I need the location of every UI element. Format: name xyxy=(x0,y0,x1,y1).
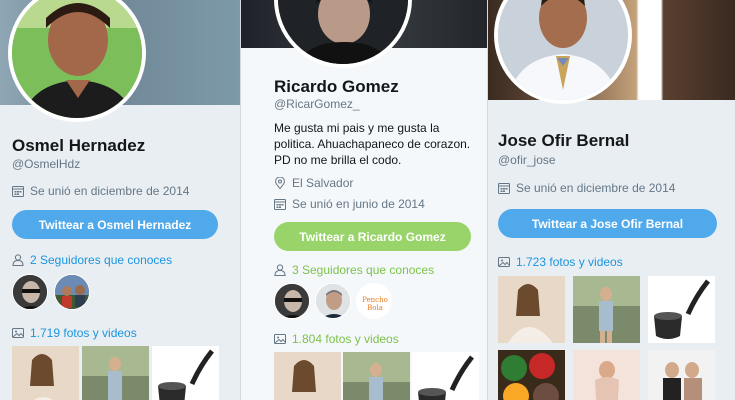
media-thumbnail[interactable] xyxy=(274,352,341,400)
followers-you-know-text: 2 Seguidores que conoces xyxy=(30,253,173,267)
follower-avatar[interactable] xyxy=(315,283,351,319)
follower-avatar[interactable] xyxy=(12,274,48,310)
media-thumbnail[interactable] xyxy=(648,350,715,400)
media-thumbnail[interactable] xyxy=(573,350,640,400)
followers-you-know-link[interactable]: 3 Seguidores que conoces xyxy=(274,263,434,277)
tweet-to-button[interactable]: Twittear a Osmel Hernadez xyxy=(12,210,218,239)
profile-card-ricardo: Ricardo Gomez @RicarGomez_ Me gusta mi p… xyxy=(241,0,487,400)
join-date: Se unió en diciembre de 2014 xyxy=(498,181,675,195)
profile-card-osmel: Osmel Hernadez @OsmelHdz Se unió en dici… xyxy=(0,0,240,400)
photos-videos-link[interactable]: 1.804 fotos y videos xyxy=(274,332,399,346)
followers-you-know-text: 3 Seguidores que conoces xyxy=(292,263,435,277)
follower-avatar[interactable] xyxy=(274,283,310,319)
photos-videos-link[interactable]: 1.719 fotos y videos xyxy=(12,326,137,340)
media-thumbnail[interactable] xyxy=(152,346,219,400)
join-date: Se unió en diciembre de 2014 xyxy=(12,184,189,198)
tweet-to-button[interactable]: Twittear a Ricardo Gomez xyxy=(274,222,471,251)
followers-you-know-link[interactable]: 2 Seguidores que conoces xyxy=(12,253,172,267)
user-icon xyxy=(274,264,286,276)
photos-videos-text: 1.719 fotos y videos xyxy=(30,326,137,340)
media-thumbnail[interactable] xyxy=(12,346,79,400)
profile-handle[interactable]: @ofir_jose xyxy=(498,153,556,167)
media-thumbnail[interactable] xyxy=(343,352,410,400)
location: El Salvador xyxy=(274,176,353,190)
photos-videos-link[interactable]: 1.723 fotos y videos xyxy=(498,255,623,269)
join-date-text: Se unió en diciembre de 2014 xyxy=(30,184,190,198)
calendar-icon xyxy=(498,182,510,194)
location-text: El Salvador xyxy=(292,176,354,190)
profile-bio: Me gusta mi pais y me gusta la politica.… xyxy=(274,121,471,167)
media-thumbnail[interactable] xyxy=(648,276,715,343)
profile-card-jose: Jose Ofir Bernal @ofir_jose Se unió en d… xyxy=(488,0,735,400)
profile-name[interactable]: Jose Ofir Bernal xyxy=(498,131,629,151)
join-date-text: Se unió en diciembre de 2014 xyxy=(516,181,676,195)
join-date-text: Se unió en junio de 2014 xyxy=(292,197,425,211)
media-thumbnail[interactable] xyxy=(573,276,640,343)
calendar-icon xyxy=(274,198,286,210)
image-icon xyxy=(274,333,286,345)
join-date: Se unió en junio de 2014 xyxy=(274,197,425,211)
media-thumbnail[interactable] xyxy=(412,352,479,400)
profile-avatar[interactable] xyxy=(274,0,412,68)
media-thumbnail[interactable] xyxy=(498,276,565,343)
profile-handle[interactable]: @RicarGomez_ xyxy=(274,97,360,111)
profile-handle[interactable]: @OsmelHdz xyxy=(12,157,80,171)
image-icon xyxy=(12,327,24,339)
follower-avatar[interactable] xyxy=(54,274,90,310)
photos-videos-text: 1.804 fotos y videos xyxy=(292,332,399,346)
media-thumbnail[interactable] xyxy=(498,350,565,400)
photos-videos-text: 1.723 fotos y videos xyxy=(516,255,623,269)
tweet-to-button[interactable]: Twittear a Jose Ofir Bernal xyxy=(498,209,717,238)
image-icon xyxy=(498,256,510,268)
profile-name[interactable]: Osmel Hernadez xyxy=(12,136,145,156)
location-pin-icon xyxy=(274,177,286,189)
calendar-icon xyxy=(12,185,24,197)
follower-badge-text: Pencho Bola xyxy=(362,296,388,312)
user-icon xyxy=(12,254,24,266)
media-thumbnail[interactable] xyxy=(82,346,149,400)
profile-name[interactable]: Ricardo Gomez xyxy=(274,77,399,97)
follower-avatar[interactable]: Pencho Bola xyxy=(356,283,392,319)
